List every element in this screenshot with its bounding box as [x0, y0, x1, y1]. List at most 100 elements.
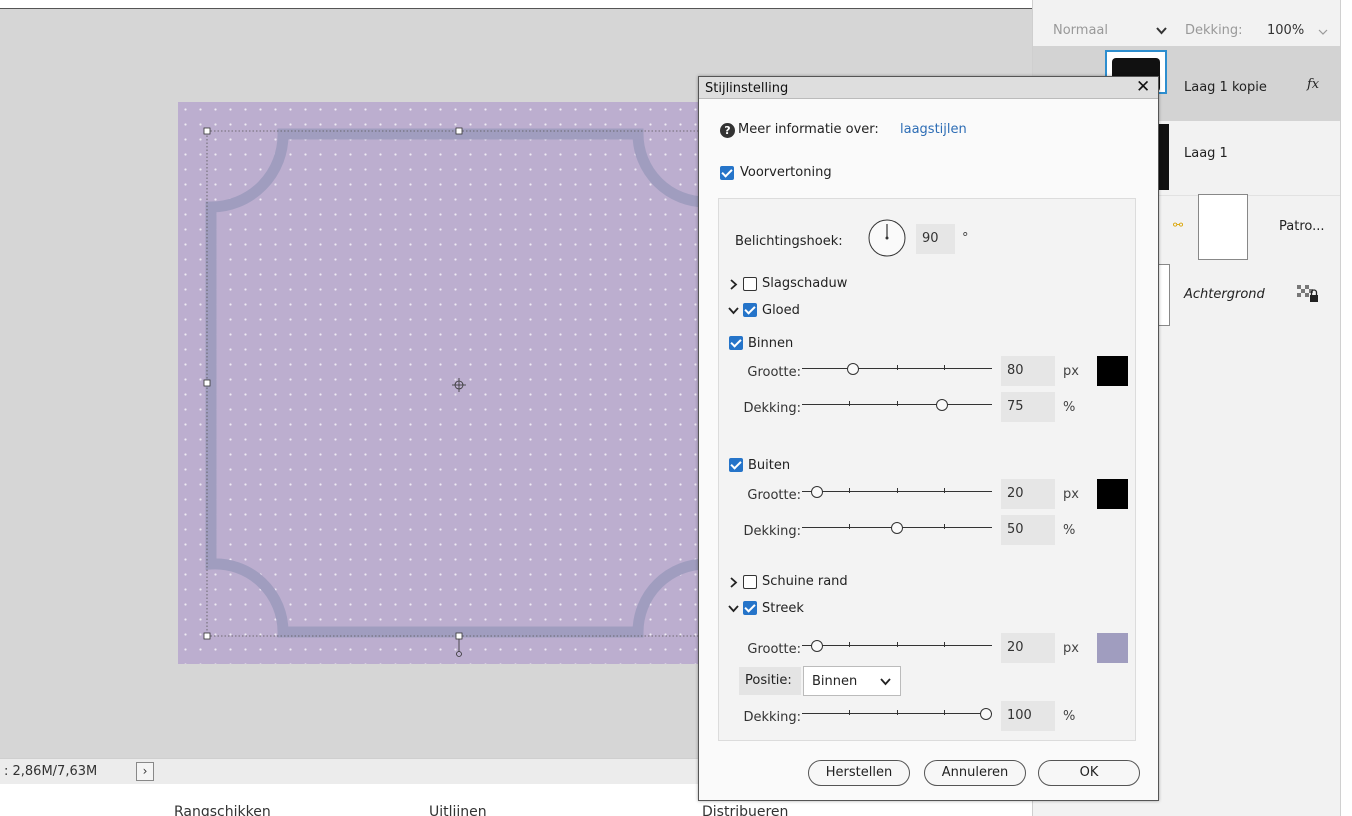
distribute-label[interactable]: Distribueren: [702, 804, 788, 816]
stroke-position-select[interactable]: Binnen: [803, 666, 901, 696]
dialog-title: Stijlinstelling: [705, 81, 789, 96]
close-icon[interactable]: ✕: [1136, 77, 1150, 97]
bevel-label: Schuine rand: [762, 574, 848, 589]
ok-button[interactable]: OK: [1038, 760, 1140, 786]
outer-glow-checkbox[interactable]: [729, 458, 743, 472]
chevron-down-icon[interactable]: [728, 307, 739, 315]
inner-glow-size-input[interactable]: 80: [1001, 356, 1055, 386]
stroke-opacity-label: Dekking:: [743, 710, 801, 725]
outer-glow-size-input[interactable]: 20: [1001, 479, 1055, 509]
outer-glow-size-label: Grootte:: [747, 488, 801, 503]
reset-button[interactable]: Herstellen: [808, 760, 910, 786]
status-expand-button[interactable]: ›: [136, 762, 154, 781]
outer-glow-opacity-label: Dekking:: [743, 524, 801, 539]
chevron-down-icon[interactable]: [1318, 29, 1328, 36]
layer-thumbnail: [1198, 194, 1248, 260]
stroke-label: Streek: [762, 601, 804, 616]
slider-knob: [936, 399, 948, 411]
arrange-label[interactable]: Rangschikken: [174, 804, 271, 816]
stroke-opacity-input[interactable]: 100: [1001, 701, 1055, 731]
percent-unit: %: [1063, 400, 1076, 415]
transform-handle-bm: [455, 632, 463, 640]
drop-shadow-label: Slagschaduw: [762, 276, 848, 291]
stroke-size-slider[interactable]: [802, 640, 992, 652]
stroke-size-label: Grootte:: [747, 642, 801, 657]
stroke-position-label: Positie:: [745, 673, 792, 688]
px-unit: px: [1063, 364, 1079, 379]
layer-name: Laag 1 kopie: [1184, 80, 1267, 95]
lock-icon[interactable]: [1297, 285, 1319, 303]
chain-link-icon[interactable]: ⚯: [1173, 218, 1183, 232]
light-angle-dial[interactable]: [867, 218, 907, 258]
glow-checkbox[interactable]: [743, 303, 757, 317]
inner-glow-color-swatch[interactable]: [1097, 356, 1128, 386]
right-edge-strip: [1340, 0, 1352, 816]
info-text: Meer informatie over:: [738, 122, 879, 137]
rotate-handle: [456, 651, 462, 657]
inner-glow-size-slider[interactable]: [802, 363, 992, 375]
slider-knob: [811, 640, 823, 652]
inner-glow-opacity-label: Dekking:: [743, 401, 801, 416]
document-size-readout: : 2,86M/7,63M: [4, 764, 98, 779]
glow-label: Gloed: [762, 303, 800, 318]
chevron-down-icon[interactable]: [1156, 27, 1167, 35]
transform-handle-ml: [203, 379, 211, 387]
inner-glow-label: Binnen: [748, 336, 794, 351]
chevron-down-icon: [880, 678, 891, 686]
document-canvas[interactable]: [178, 102, 718, 664]
opacity-label: Dekking:: [1185, 23, 1243, 38]
inner-glow-checkbox[interactable]: [729, 336, 743, 350]
drop-shadow-checkbox[interactable]: [743, 277, 757, 291]
outer-glow-opacity-slider[interactable]: [802, 522, 992, 534]
stroke-position-value: Binnen: [812, 674, 858, 689]
outer-glow-label: Buiten: [748, 458, 791, 473]
light-angle-label: Belichtingshoek:: [735, 234, 843, 249]
inner-glow-size-label: Grootte:: [747, 365, 801, 380]
center-point-icon: [452, 378, 466, 392]
chevron-down-icon[interactable]: [728, 605, 739, 613]
preview-checkbox[interactable]: [720, 166, 734, 180]
chevron-right-icon[interactable]: [730, 279, 738, 290]
transform-handle-bl: [203, 632, 211, 640]
transform-handle-tl: [203, 127, 211, 135]
percent-unit: %: [1063, 523, 1076, 538]
px-unit: px: [1063, 487, 1079, 502]
transform-handle-tm: [455, 127, 463, 135]
inner-glow-opacity-slider[interactable]: [802, 399, 992, 411]
cancel-button[interactable]: Annuleren: [924, 760, 1026, 786]
outer-glow-color-swatch[interactable]: [1097, 479, 1128, 509]
percent-unit: %: [1063, 709, 1076, 724]
light-angle-input[interactable]: 90: [916, 224, 955, 254]
stroke-color-swatch[interactable]: [1097, 633, 1128, 663]
layer-thumbnail: [1158, 264, 1170, 326]
slider-knob: [847, 363, 859, 375]
outer-glow-opacity-input[interactable]: 50: [1001, 515, 1055, 545]
slider-knob: [891, 522, 903, 534]
preview-label: Voorvertoning: [740, 165, 832, 180]
px-unit: px: [1063, 641, 1079, 656]
outer-glow-size-slider[interactable]: [802, 486, 992, 498]
settings-panel: Belichtingshoek: 90 ° Slagschaduw Gloed …: [718, 198, 1136, 741]
decorative-frame: [205, 128, 712, 638]
dialog-titlebar[interactable]: Stijlinstelling ✕: [699, 77, 1158, 99]
align-label[interactable]: Uitlijnen: [429, 804, 487, 816]
layer-thumbnail: [1159, 124, 1169, 190]
stroke-checkbox[interactable]: [743, 601, 757, 615]
slider-knob: [980, 708, 992, 720]
opacity-value[interactable]: 100%: [1267, 23, 1304, 38]
bevel-checkbox[interactable]: [743, 575, 757, 589]
layer-name: Achtergrond: [1184, 287, 1265, 302]
blend-mode-select[interactable]: Normaal: [1053, 23, 1108, 38]
stroke-size-input[interactable]: 20: [1001, 633, 1055, 663]
degree-unit: °: [962, 231, 969, 246]
slider-knob: [811, 486, 823, 498]
style-settings-dialog: Stijlinstelling ✕ ? Meer informatie over…: [698, 76, 1159, 801]
info-link[interactable]: laagstijlen: [900, 122, 967, 137]
frame-artwork: [203, 127, 718, 657]
fx-icon[interactable]: fx: [1307, 77, 1319, 92]
stroke-opacity-slider[interactable]: [802, 708, 992, 720]
layer-name: Patro...: [1279, 219, 1325, 234]
chevron-right-icon[interactable]: [730, 577, 738, 588]
inner-glow-opacity-input[interactable]: 75: [1001, 392, 1055, 422]
layer-name: Laag 1: [1184, 146, 1228, 161]
